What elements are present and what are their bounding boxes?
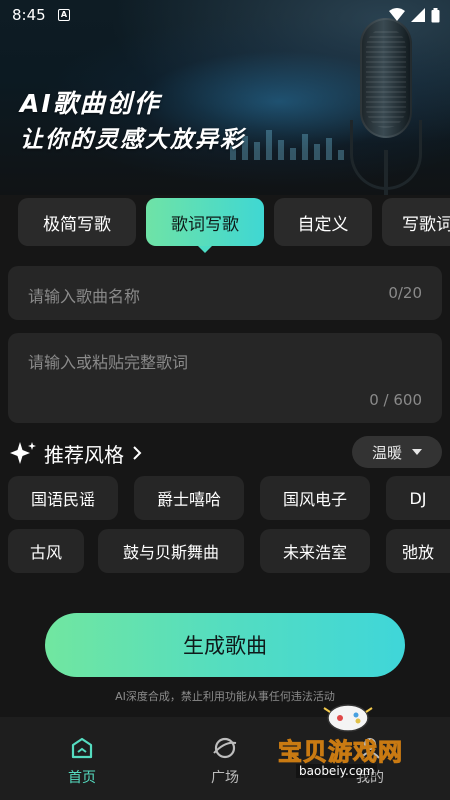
plaza-icon [213,737,237,759]
tab-custom[interactable]: 自定义 [274,198,372,246]
watermark-text: 宝贝游戏网 [278,738,403,767]
mode-tabs: 极简写歌 歌词写歌 自定义 写歌词 [18,198,450,253]
status-time: 8:45 [12,6,46,24]
watermark: 宝贝游戏网 baobeiy.com [272,700,450,800]
mood-dropdown[interactable]: 温暖 [352,436,442,468]
status-icons [389,7,440,23]
tab-minimal[interactable]: 极简写歌 [18,198,136,246]
style-chip[interactable]: 弛放 [386,529,450,573]
tab-lyrics[interactable]: 歌词写歌 [146,198,264,253]
nav-home[interactable]: 首页 [47,737,117,787]
style-chip[interactable]: 鼓与贝斯舞曲 [98,529,244,573]
song-name-counter: 0/20 [388,284,422,302]
lyrics-input[interactable]: 请输入或粘贴完整歌词 0 / 600 [8,333,442,423]
lyrics-placeholder: 请输入或粘贴完整歌词 [28,353,189,372]
microphone-pole [384,150,388,195]
mood-value: 温暖 [371,443,402,462]
nav-plaza[interactable]: 广场 [190,737,260,787]
generate-song-button[interactable]: 生成歌曲 [45,613,405,677]
home-icon [71,737,93,759]
watermark-url: baobeiy.com [296,764,378,778]
gamepad-logo-icon [323,704,373,732]
hero-subtitle: 让你的灵感大放异彩 [20,127,245,153]
sparkle-icon [10,442,36,464]
style-chip[interactable]: 爵士嘻哈 [134,476,244,520]
style-section-title: 推荐风格 [44,442,124,467]
status-bar: 8:45 A [0,0,450,30]
caret-down-icon [412,449,422,455]
chevron-right-icon [133,446,142,460]
signal-icon [411,8,425,22]
style-chip[interactable]: 国语民谣 [8,476,118,520]
song-name-placeholder: 请输入歌曲名称 [28,287,141,306]
battery-icon [431,7,440,22]
wifi-icon [389,8,405,21]
hero-title: AI歌曲创作 [20,89,161,118]
style-chip[interactable]: 古风 [8,529,84,573]
recommended-style-header[interactable]: 推荐风格 [8,438,142,468]
style-chip[interactable]: DJ [386,476,450,520]
style-chip[interactable]: 未来浩室 [260,529,370,573]
tab-write-lyrics[interactable]: 写歌词 [382,198,450,246]
song-name-input[interactable]: 请输入歌曲名称 0/20 [8,266,442,320]
nav-home-label: 首页 [68,770,96,786]
nav-plaza-label: 广场 [211,770,239,786]
a-badge-icon: A [58,9,70,21]
lyrics-counter: 0 / 600 [369,391,422,409]
style-chip[interactable]: 国风电子 [260,476,370,520]
